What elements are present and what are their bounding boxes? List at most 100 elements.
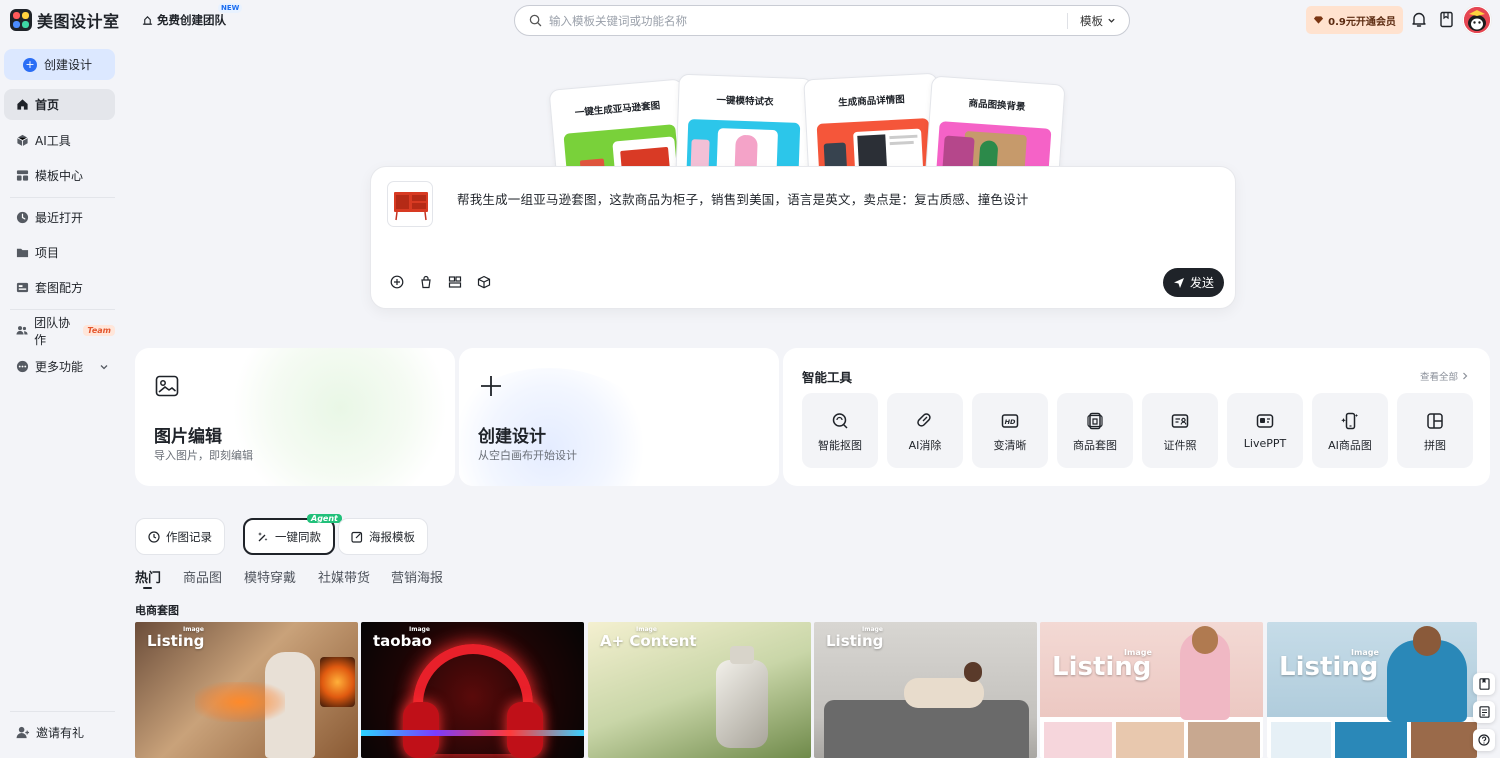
gallery-item[interactable]: Listing Image xyxy=(814,622,1037,758)
team-tag-badge: Team xyxy=(83,325,115,336)
sidebar-item-team[interactable]: 团队协作 Team xyxy=(4,315,115,347)
person-head-shape xyxy=(964,662,982,682)
tool-liveppt[interactable]: LivePPT xyxy=(1227,393,1303,468)
create-team-link[interactable]: 免费创建团队 xyxy=(142,12,226,28)
bell-icon[interactable] xyxy=(1411,11,1427,28)
gallery-item[interactable]: taobao Image xyxy=(361,622,584,758)
tools-title: 智能工具 xyxy=(802,370,853,385)
image-icon xyxy=(155,375,179,397)
send-label: 发送 xyxy=(1189,276,1214,290)
create-design-card[interactable]: 创建设计 从空白画布开始设计 xyxy=(459,348,779,486)
sofa-shape xyxy=(824,700,1029,758)
thumb-shape xyxy=(1116,722,1184,758)
ai-product-icon xyxy=(1341,412,1358,430)
view-all-link[interactable]: 查看全部 xyxy=(1420,369,1469,383)
chevron-down-icon xyxy=(100,364,108,369)
plus-icon xyxy=(481,376,501,396)
vip-label: 0.9元开通会员 xyxy=(1328,16,1396,28)
invite-button[interactable]: 邀请有礼 xyxy=(4,717,115,748)
sidebar-item-projects[interactable]: 项目 xyxy=(4,237,115,268)
box-icon[interactable] xyxy=(477,275,491,289)
model-head-shape xyxy=(1413,626,1441,656)
gallery-item[interactable]: Listing Image xyxy=(1267,622,1477,758)
hero-card-title: 一键模特试衣 xyxy=(716,95,774,109)
person-shape xyxy=(904,678,984,708)
thumb-shape xyxy=(1188,722,1260,758)
notes-icon xyxy=(1478,706,1490,718)
gallery-tag: Listing Image xyxy=(1279,648,1379,682)
tool-ai-product[interactable]: AI商品图 xyxy=(1312,393,1388,468)
prompt-text[interactable]: 帮我生成一组亚马逊套图，这款商品为柜子，销售到美国，语言是英文，卖点是：复古质感… xyxy=(457,189,1029,208)
category-tab-social[interactable]: 社媒带货 xyxy=(318,567,370,586)
home-icon xyxy=(17,99,28,110)
image-edit-card[interactable]: 图片编辑 导入图片，即刻编辑 xyxy=(135,348,455,486)
view-all-label: 查看全部 xyxy=(1420,372,1459,383)
team-create-icon xyxy=(142,15,153,25)
gallery-item[interactable]: A+ Content Image xyxy=(588,622,811,758)
sidebar-item-recent[interactable]: 最近打开 xyxy=(4,202,115,233)
sidebar-item-label: 项目 xyxy=(35,246,60,260)
search-scope-select[interactable]: 模板 xyxy=(1080,13,1116,29)
diamond-icon xyxy=(1314,16,1324,24)
bag-icon[interactable] xyxy=(419,275,433,289)
tool-label: 变清晰 xyxy=(993,439,1027,452)
layout-icon[interactable] xyxy=(448,275,462,289)
perfume-cap-shape xyxy=(730,646,754,664)
sidebar-item-more[interactable]: 更多功能 xyxy=(4,351,115,382)
user-avatar[interactable] xyxy=(1463,6,1491,34)
gallery-item[interactable]: Listing Image xyxy=(1040,622,1263,758)
poster-template-tab[interactable]: 海报模板 xyxy=(338,518,428,555)
prompt-product-thumbnail[interactable] xyxy=(387,181,433,227)
sidebar-item-label: 更多功能 xyxy=(35,360,84,374)
sidebar-item-recipes[interactable]: 套图配方 xyxy=(4,272,115,303)
category-tab-model-wear[interactable]: 模特穿戴 xyxy=(244,567,296,586)
sidebar-item-templates[interactable]: 模板中心 xyxy=(4,160,115,191)
tool-smart-cutout[interactable]: 智能抠图 xyxy=(802,393,878,468)
gallery-item[interactable]: Listing Image xyxy=(135,622,358,758)
tool-enhance[interactable]: HD 变清晰 xyxy=(972,393,1048,468)
document-icon[interactable] xyxy=(1439,11,1454,28)
magic-wand-icon xyxy=(258,531,268,541)
pill-label: 海报模板 xyxy=(369,529,415,544)
cutout-icon xyxy=(832,413,848,429)
tool-product-set[interactable]: 商品套图 xyxy=(1057,393,1133,468)
bookmark-icon xyxy=(1478,678,1490,690)
user-add-icon xyxy=(16,726,30,739)
sidebar-item-ai-tools[interactable]: AI工具 xyxy=(4,125,115,156)
tool-id-photo[interactable]: 证件照 xyxy=(1142,393,1218,468)
float-bookmark-button[interactable] xyxy=(1473,673,1495,695)
create-design-button[interactable]: + 创建设计 xyxy=(4,49,115,80)
thumb-shape xyxy=(1411,722,1477,758)
sound-wave-shape xyxy=(361,730,584,736)
tool-ai-erase[interactable]: AI消除 xyxy=(887,393,963,468)
perfume-bottle-shape xyxy=(716,660,768,748)
heat-wave-shape xyxy=(195,682,285,722)
category-tab-hot[interactable]: 热门 xyxy=(135,567,161,586)
hero-card-title: 生成商品详情图 xyxy=(838,94,906,109)
sidebar: + 创建设计 首页 AI工具 模板中心 最近打开 项目 套图配方 团队协作 Te… xyxy=(0,40,125,758)
create-team-label: 免费创建团队 xyxy=(157,13,226,27)
float-notes-button[interactable] xyxy=(1473,701,1495,723)
send-icon xyxy=(1173,277,1184,288)
category-tab-marketing[interactable]: 营销海报 xyxy=(391,567,443,586)
avatar-character-icon xyxy=(1464,7,1490,33)
sidebar-item-home[interactable]: 首页 xyxy=(4,89,115,120)
send-button[interactable]: 发送 xyxy=(1163,268,1224,297)
vip-button[interactable]: 0.9元开通会员 xyxy=(1306,6,1403,34)
tool-collage[interactable]: 拼图 xyxy=(1397,393,1473,468)
app-logo[interactable]: 美图设计室 xyxy=(10,8,120,32)
add-circle-icon[interactable] xyxy=(390,275,404,289)
tool-label: 商品套图 xyxy=(1073,439,1117,452)
tool-label: AI商品图 xyxy=(1328,439,1372,452)
invite-label: 邀请有礼 xyxy=(36,726,85,740)
search-input[interactable] xyxy=(549,13,1049,28)
sidebar-item-label: 套图配方 xyxy=(35,281,84,295)
float-help-button[interactable] xyxy=(1473,729,1495,751)
search-icon xyxy=(529,14,542,27)
history-tab[interactable]: 作图记录 xyxy=(135,518,225,555)
one-click-same-tab[interactable]: 一键同款 xyxy=(243,518,335,555)
category-tab-product[interactable]: 商品图 xyxy=(183,567,222,586)
thumb-shape xyxy=(1044,722,1112,758)
new-badge: NEW xyxy=(218,3,243,13)
chevron-down-icon xyxy=(1108,18,1115,23)
